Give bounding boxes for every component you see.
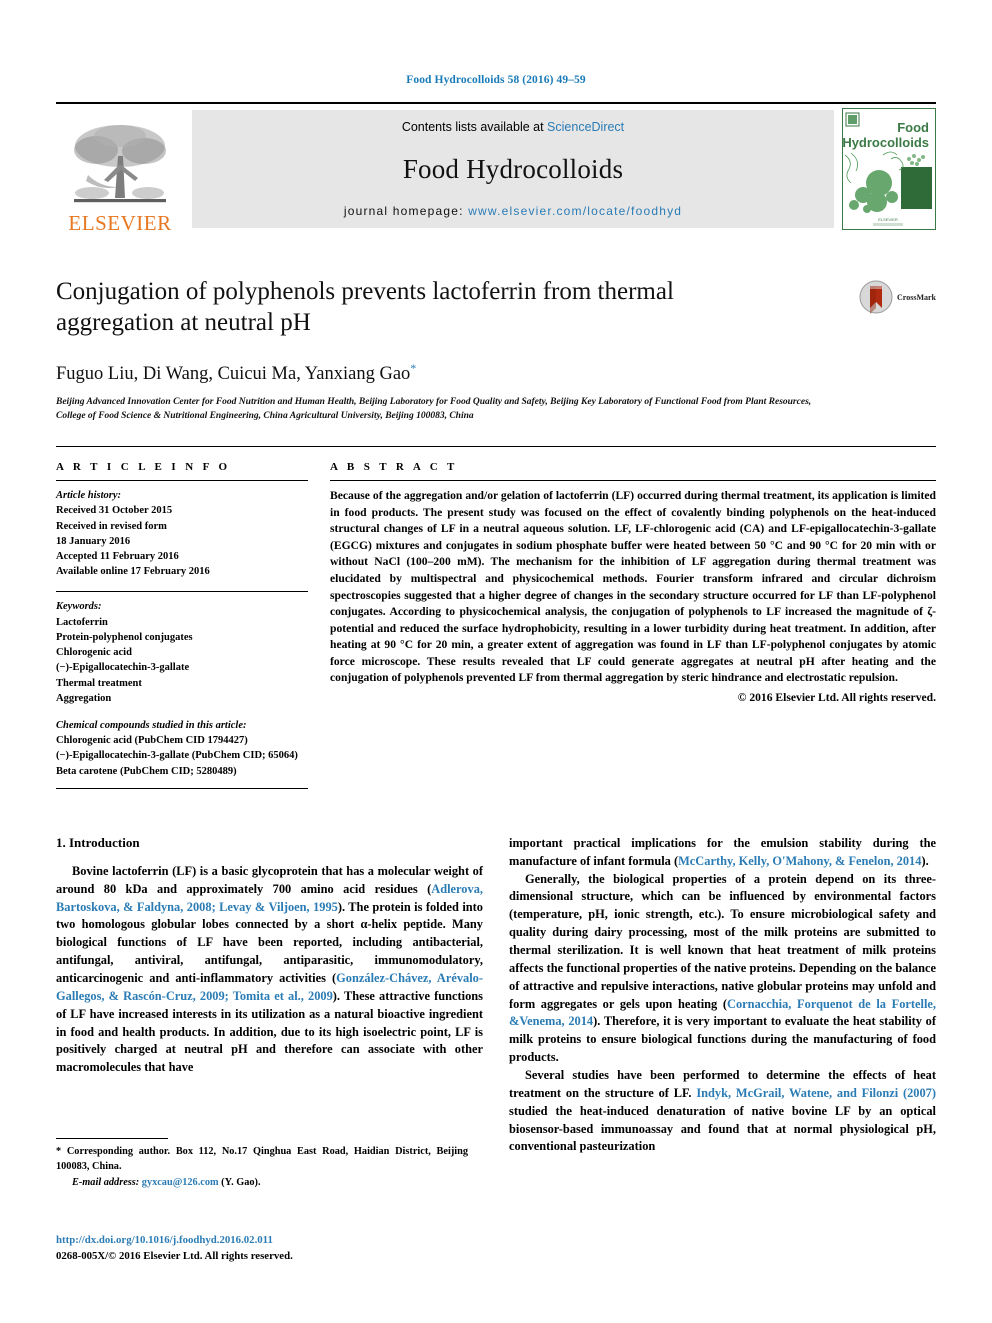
crossmark-label: CrossMark (897, 292, 936, 302)
elsevier-tree-icon (74, 125, 166, 203)
author-names: Fuguo Liu, Di Wang, Cuicui Ma, Yanxiang … (56, 363, 411, 384)
keyword-item: (−)-Epigallocatechin-3-gallate (56, 662, 190, 674)
body-column-right: important practical implications for the… (509, 835, 936, 1156)
paper-page: Food Hydrocolloids 58 (2016) 49–59 ELSEV… (0, 0, 992, 1323)
section-heading-introduction: 1. Introduction (56, 834, 140, 850)
sciencedirect-link[interactable]: ScienceDirect (547, 120, 624, 134)
compound-item: Beta carotene (PubChem CID; 5280489) (56, 765, 237, 777)
elsevier-logo: ELSEVIER (56, 104, 184, 236)
body-columns: 1. Introduction Bovine lactoferrin (LF) … (56, 835, 936, 1156)
footnote-text: * Corresponding author. Box 112, No.17 Q… (56, 1145, 468, 1175)
footnote-body: Corresponding author. Box 112, No.17 Qin… (56, 1146, 468, 1172)
history-item: Accepted 11 February 2016 (56, 550, 179, 562)
corresponding-author-footnote: * Corresponding author. Box 112, No.17 Q… (56, 1138, 468, 1188)
chemical-compounds-block: Chemical compounds studied in this artic… (56, 718, 308, 779)
svg-text:ELSEVIER: ELSEVIER (878, 217, 898, 222)
text-run: ). (921, 853, 929, 868)
journal-masthead: ELSEVIER Contents lists available at Sci… (56, 102, 936, 236)
paragraph: important practical implications for the… (509, 835, 936, 871)
corresponding-author-marker: * (410, 360, 417, 375)
svg-text:Food: Food (897, 120, 929, 135)
abstract-rule (330, 480, 936, 482)
article-history-block: Article history: Received 31 October 201… (56, 488, 308, 579)
compound-item: (−)-Epigallocatechin-3-gallate (PubChem … (56, 750, 298, 762)
abstract-column: A B S T R A C T Because of the aggregati… (330, 461, 936, 789)
contents-prefix: Contents lists available at (401, 120, 548, 134)
footnote-marker: * (56, 1146, 62, 1157)
contents-list-line: Contents lists available at ScienceDirec… (402, 120, 624, 134)
article-history-label: Article history: (56, 490, 122, 502)
paragraph: Bovine lactoferrin (LF) is a basic glyco… (56, 863, 483, 1077)
compound-item: Chlorogenic acid (PubChem CID 1794427) (56, 735, 248, 747)
citation-link[interactable]: McCarthy, Kelly, O'Mahony, & Fenelon, 20… (678, 854, 921, 868)
journal-homepage-line: journal homepage: www.elsevier.com/locat… (344, 204, 682, 218)
keyword-item: Chlorogenic acid (56, 647, 132, 659)
keyword-item: Aggregation (56, 692, 112, 704)
journal-title: Food Hydrocolloids (402, 153, 624, 184)
text-run: Generally, the biological properties of … (509, 871, 936, 1011)
svg-text:Hydrocolloids: Hydrocolloids (843, 135, 929, 150)
footnote-email-line: E-mail address: gyxcau@126.com (Y. Gao). (56, 1177, 468, 1188)
homepage-url-link[interactable]: www.elsevier.com/locate/foodhyd (468, 204, 682, 218)
journal-cover-thumbnail: Food Hydrocolloids ELSEVIER (842, 108, 936, 230)
keywords-label: Keywords: (56, 601, 102, 613)
keywords-block: Keywords: Lactoferrin Protein-polyphenol… (56, 599, 308, 706)
article-info-heading: A R T I C L E I N F O (56, 461, 231, 474)
page-title: Conjugation of polyphenols prevents lact… (56, 278, 674, 337)
history-item: Received 31 October 2015 (56, 505, 173, 517)
history-item: 18 January 2016 (56, 535, 131, 547)
text-run: Bovine lactoferrin (LF) is a basic glyco… (56, 863, 483, 896)
journal-cover-artwork-icon: Food Hydrocolloids ELSEVIER (843, 109, 933, 229)
article-info-column: A R T I C L E I N F O Article history: R… (56, 461, 308, 789)
email-label: E-mail address: (72, 1176, 140, 1188)
body-column-left: 1. Introduction Bovine lactoferrin (LF) … (56, 835, 483, 1156)
info-abstract-row: A R T I C L E I N F O Article history: R… (56, 461, 936, 789)
history-item: Received in revised form (56, 520, 167, 532)
keyword-item: Thermal treatment (56, 677, 142, 689)
keywords-rule (56, 591, 308, 593)
text-run: studied the heat-induced denaturation of… (509, 1103, 936, 1154)
crossmark-badge[interactable]: CrossMark (859, 280, 936, 314)
issn-copyright-line: 0268-005X/© 2016 Elsevier Ltd. All right… (56, 1250, 293, 1263)
keyword-item: Lactoferrin (56, 616, 108, 628)
doi-block: http://dx.doi.org/10.1016/j.foodhyd.2016… (56, 1232, 293, 1264)
email-link[interactable]: gyxcau@126.com (142, 1177, 219, 1188)
section-divider-rule (56, 446, 936, 448)
keyword-item: Protein-polyphenol conjugates (56, 631, 193, 643)
title-block: Conjugation of polyphenols prevents lact… (56, 276, 936, 424)
history-item: Available online 17 February 2016 (56, 566, 210, 578)
journal-band: Contents lists available at ScienceDirec… (192, 110, 834, 228)
abstract-heading: A B S T R A C T (330, 461, 458, 474)
homepage-prefix: journal homepage: (343, 204, 469, 218)
author-list: Fuguo Liu, Di Wang, Cuicui Ma, Yanxiang … (56, 361, 936, 385)
affiliation: Beijing Advanced Innovation Center for F… (56, 396, 812, 422)
doi-link[interactable]: http://dx.doi.org/10.1016/j.foodhyd.2016… (56, 1232, 293, 1248)
citation-link[interactable]: Indyk, McGrail, Watene, and Filonzi (200… (696, 1086, 936, 1100)
paragraph: Generally, the biological properties of … (509, 871, 936, 1067)
article-info-rule (56, 480, 308, 482)
article-info-bottom-rule (56, 787, 308, 789)
compounds-label: Chemical compounds studied in this artic… (56, 719, 247, 731)
abstract-copyright: © 2016 Elsevier Ltd. All rights reserved… (737, 691, 936, 705)
paragraph: Several studies have been performed to d… (509, 1067, 936, 1156)
running-head: Food Hydrocolloids 58 (2016) 49–59 (406, 74, 586, 86)
email-suffix: (Y. Gao). (221, 1176, 261, 1188)
crossmark-icon (859, 280, 893, 314)
footnote-rule (56, 1138, 168, 1139)
abstract-text: Because of the aggregation and/or gelati… (330, 489, 936, 685)
elsevier-wordmark: ELSEVIER (68, 211, 172, 235)
